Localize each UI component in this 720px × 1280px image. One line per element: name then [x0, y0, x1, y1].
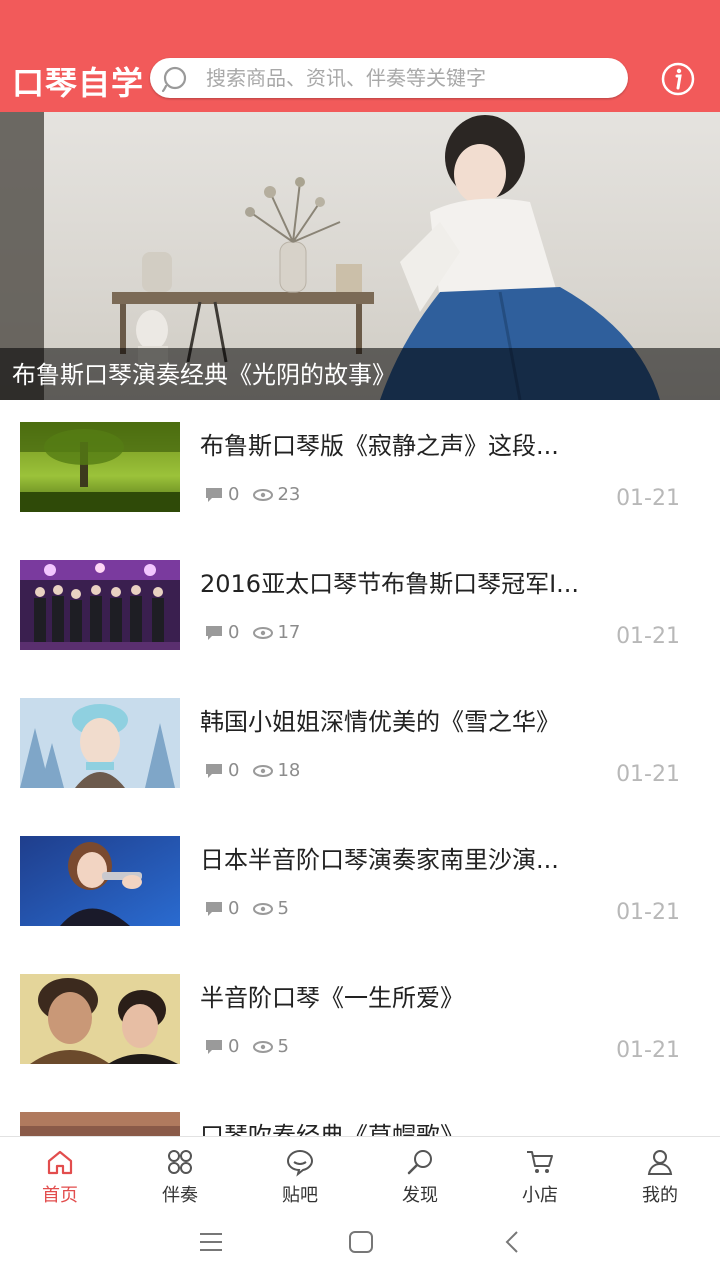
article-item[interactable]: 2016亚太口琴节布鲁斯口琴冠军I... 0 17 01-21: [0, 538, 720, 676]
tab-profile[interactable]: 我的: [600, 1137, 720, 1206]
article-stats: 0 5: [204, 1036, 303, 1057]
tab-discover[interactable]: 发现: [360, 1137, 480, 1206]
comment-count: 0: [228, 898, 240, 919]
magnifier-icon: [407, 1150, 432, 1175]
article-stats: 0 23: [204, 484, 314, 505]
article-stats: 0 17: [204, 622, 314, 643]
user-icon: [647, 1150, 673, 1175]
comment-icon: [206, 487, 222, 502]
article-item[interactable]: 韩国小姐姐深情优美的《雪之华》 0 18 01-21: [0, 676, 720, 814]
bottom-tab-bar: 首页 伴奏 贴吧 发现 小店 我的: [0, 1136, 720, 1206]
eye-icon: [253, 626, 274, 639]
hero-caption: 布鲁斯口琴演奏经典《光阴的故事》: [12, 361, 396, 389]
eye-icon: [253, 1040, 274, 1053]
menu-icon[interactable]: [196, 1228, 226, 1256]
info-icon[interactable]: [656, 60, 700, 98]
home-button-icon[interactable]: [346, 1228, 376, 1256]
article-date: 01-21: [616, 486, 680, 511]
article-thumbnail: [20, 560, 180, 650]
article-item[interactable]: 布鲁斯口琴版《寂静之声》这段... 0 23 01-21: [0, 400, 720, 538]
home-icon: [47, 1150, 73, 1175]
article-title: 韩国小姐姐深情优美的《雪之华》: [200, 708, 560, 736]
view-count: 5: [277, 1036, 289, 1057]
grid-icon: [168, 1150, 192, 1174]
eye-icon: [253, 902, 274, 915]
comment-icon: [206, 901, 222, 916]
view-count: 18: [277, 760, 301, 781]
article-title: 半音阶口琴《一生所爱》: [200, 984, 464, 1012]
search-icon: [161, 66, 187, 93]
article-date: 01-21: [616, 900, 680, 925]
eye-icon: [253, 488, 274, 501]
eye-icon: [253, 764, 274, 777]
view-count: 5: [277, 898, 289, 919]
app-title: 口琴自学: [12, 64, 145, 102]
article-stats: 0 18: [204, 760, 314, 781]
view-count: 23: [277, 484, 301, 505]
article-thumbnail: [20, 698, 180, 788]
app-screen: 口琴自学 搜索商品、资讯、伴奏等关键字 布鲁斯口琴演奏经典《光阴的故事》 布鲁斯…: [0, 0, 720, 1280]
article-thumbnail: [20, 974, 180, 1064]
article-stats: 0 5: [204, 898, 303, 919]
comment-icon: [206, 763, 222, 778]
cart-icon: [527, 1151, 553, 1173]
comment-icon: [206, 625, 222, 640]
comment-count: 0: [228, 760, 240, 781]
tab-home[interactable]: 首页: [0, 1137, 120, 1206]
comment-count: 0: [228, 484, 240, 505]
article-date: 01-21: [616, 624, 680, 649]
article-date: 01-21: [616, 762, 680, 787]
comment-count: 0: [228, 622, 240, 643]
article-title: 布鲁斯口琴版《寂静之声》这段...: [200, 432, 559, 460]
system-nav-bar: [0, 1204, 720, 1280]
search-input[interactable]: [206, 58, 616, 98]
article-thumbnail: [20, 422, 180, 512]
back-icon[interactable]: [498, 1228, 528, 1256]
article-title: 日本半音阶口琴演奏家南里沙演...: [200, 846, 559, 874]
article-item[interactable]: 半音阶口琴《一生所爱》 0 5 01-21: [0, 952, 720, 1090]
search-bar[interactable]: [150, 58, 628, 98]
top-header: 口琴自学: [0, 0, 720, 112]
article-date: 01-21: [616, 1038, 680, 1063]
tab-accompaniment[interactable]: 伴奏: [120, 1137, 240, 1206]
article-title: 2016亚太口琴节布鲁斯口琴冠军I...: [200, 570, 580, 598]
tab-shop[interactable]: 小店: [480, 1137, 600, 1206]
article-item[interactable]: 日本半音阶口琴演奏家南里沙演... 0 5 01-21: [0, 814, 720, 952]
hero-banner[interactable]: 布鲁斯口琴演奏经典《光阴的故事》: [0, 112, 720, 400]
view-count: 17: [277, 622, 301, 643]
tab-forum[interactable]: 贴吧: [240, 1137, 360, 1206]
comment-icon: [206, 1039, 222, 1054]
comment-count: 0: [228, 1036, 240, 1057]
article-thumbnail: [20, 836, 180, 926]
chat-bubble-icon: [286, 1149, 314, 1177]
